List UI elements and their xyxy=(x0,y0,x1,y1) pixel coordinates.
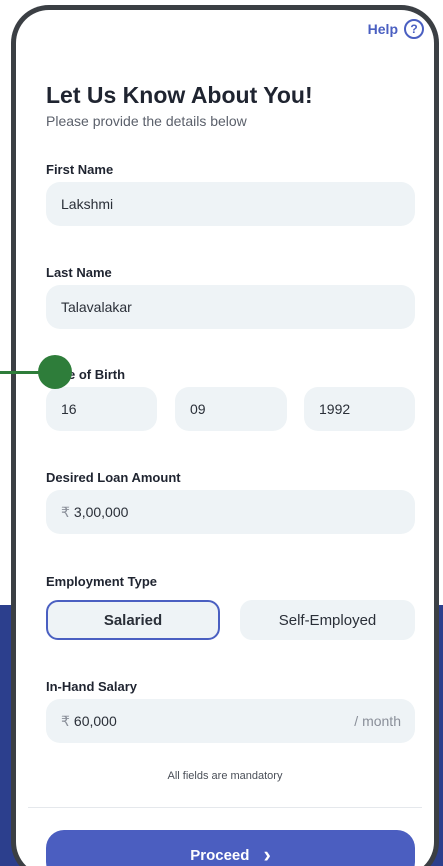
salary-field[interactable]: ₹ 60,000 / month xyxy=(46,699,415,743)
salaried-option[interactable]: Salaried xyxy=(46,600,220,640)
rupee-icon: ₹ xyxy=(61,503,70,520)
employment-type-label: Employment Type xyxy=(46,574,158,589)
help-label: Help xyxy=(367,21,398,37)
chevron-right-icon: › xyxy=(263,842,271,866)
loan-amount-field[interactable]: ₹ 3,00,000 xyxy=(46,490,415,534)
dob-year-value: 1992 xyxy=(319,401,351,417)
app-screen: Help ? Let Us Know About You! Please pro… xyxy=(16,10,434,866)
annotation-pointer-dot xyxy=(38,355,72,389)
mandatory-note: All fields are mandatory xyxy=(167,770,283,782)
self-employed-option[interactable]: Self-Employed xyxy=(240,600,415,640)
phone-frame: Help ? Let Us Know About You! Please pro… xyxy=(11,5,439,866)
dob-month-field[interactable]: 09 xyxy=(175,387,287,431)
salary-suffix: / month xyxy=(354,713,401,729)
dob-year-field[interactable]: 1992 xyxy=(304,387,415,431)
last-name-label: Last Name xyxy=(46,265,112,280)
first-name-value: Lakshmi xyxy=(61,196,114,212)
loan-amount-value: 3,00,000 xyxy=(73,504,129,520)
dob-month-value: 09 xyxy=(190,401,206,417)
loan-amount-label: Desired Loan Amount xyxy=(46,470,181,485)
dob-day-value: 16 xyxy=(61,401,77,417)
dob-label: e of Birth xyxy=(68,367,126,382)
first-name-field[interactable]: Lakshmi xyxy=(46,182,415,226)
last-name-field[interactable]: Talavalakar xyxy=(46,285,415,329)
dob-day-field[interactable]: 16 xyxy=(46,387,157,431)
help-button[interactable]: Help ? xyxy=(368,19,424,39)
page-subtitle: Please provide the details below xyxy=(46,113,247,129)
proceed-button[interactable]: Proceed › xyxy=(46,830,415,866)
page-title: Let Us Know About You! xyxy=(46,82,313,108)
last-name-value: Talavalakar xyxy=(61,299,132,315)
proceed-label: Proceed xyxy=(190,846,250,864)
salary-label: In-Hand Salary xyxy=(46,679,138,694)
first-name-label: First Name xyxy=(46,162,114,177)
salary-value: 60,000 xyxy=(73,713,117,729)
divider xyxy=(28,807,422,808)
question-icon: ? xyxy=(404,19,424,39)
rupee-icon: ₹ xyxy=(61,712,70,729)
